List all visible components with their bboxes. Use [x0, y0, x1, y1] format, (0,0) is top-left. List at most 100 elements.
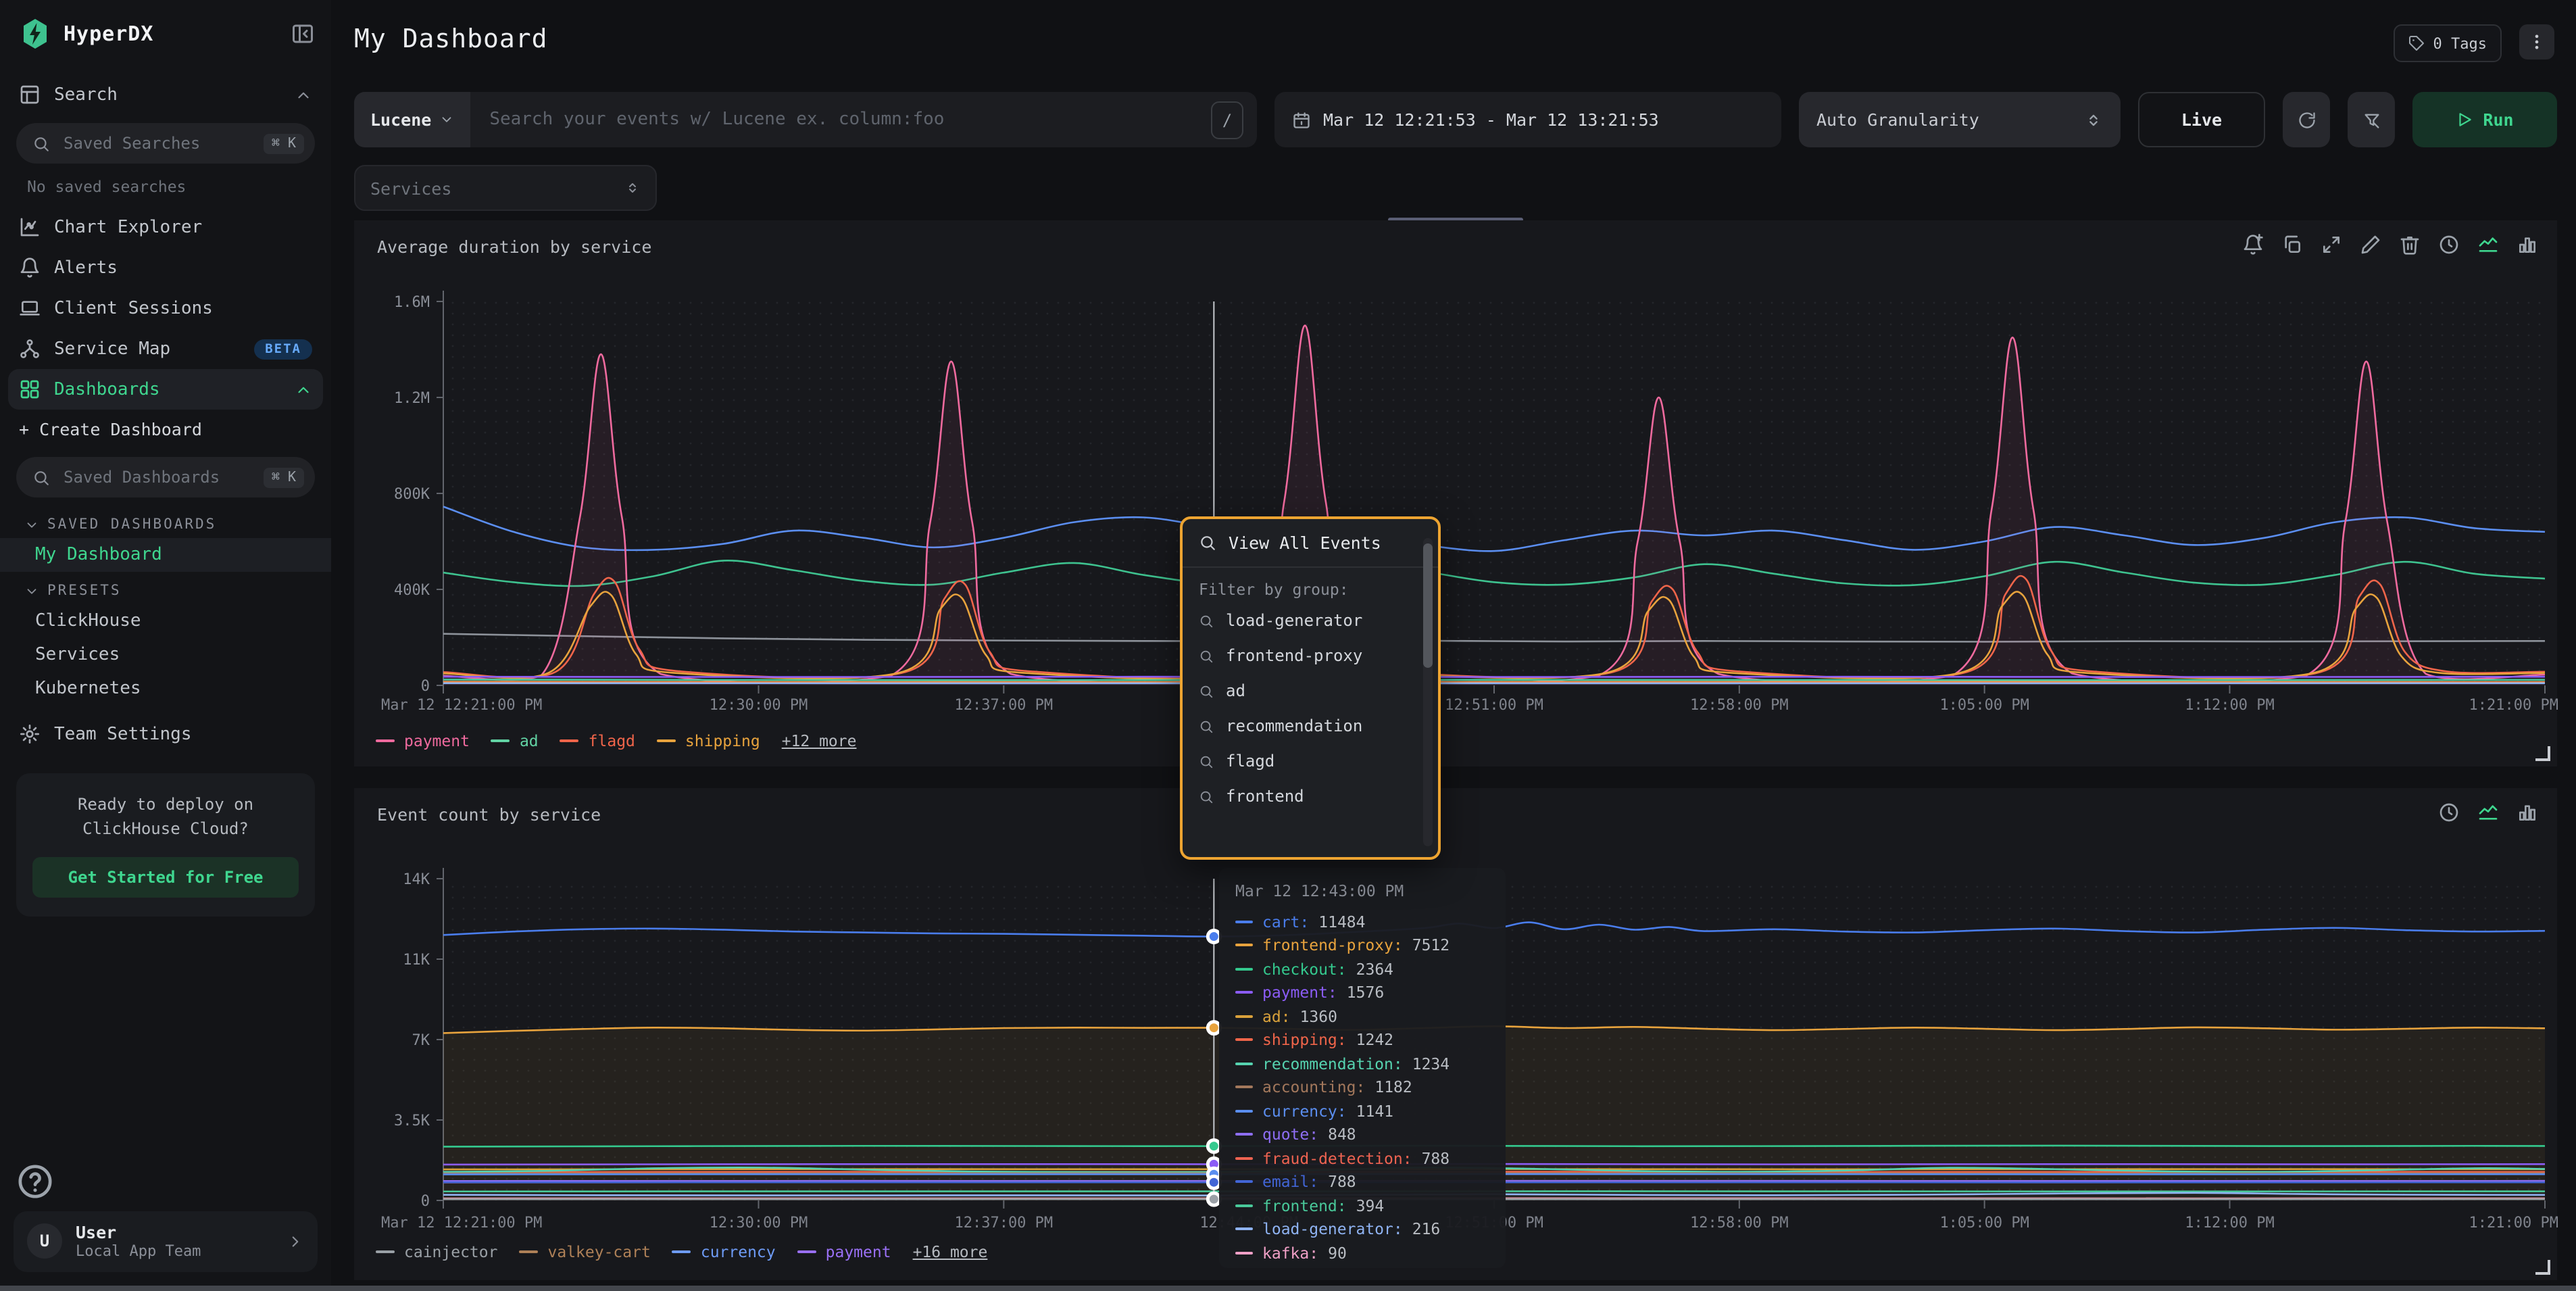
legend-label: flagd: [589, 731, 635, 750]
chart-legend: payment ad flagd shipping +12 more: [376, 731, 856, 750]
legend-item-payment[interactable]: payment: [797, 1242, 891, 1261]
dashboard-menu-button[interactable]: [2519, 24, 2554, 59]
panel-resize-handle[interactable]: [2535, 746, 2550, 761]
chart-canvas-avg-duration[interactable]: 0400K800K1.2M1.6MMar 12 12:21:00 PM12:30…: [376, 280, 2552, 715]
legend-swatch: [672, 1250, 691, 1253]
filter-group-item-frontend[interactable]: frontend: [1183, 779, 1438, 814]
legend-item-valkey-cart[interactable]: valkey-cart: [520, 1242, 651, 1261]
popup-scrollbar-thumb[interactable]: [1423, 543, 1433, 668]
legend-label: currency: [701, 1242, 776, 1261]
legend-item-ad[interactable]: ad: [491, 731, 539, 750]
sidebar-item-kubernetes[interactable]: Kubernetes: [0, 672, 331, 706]
svg-text:11K: 11K: [403, 952, 430, 969]
create-dashboard-button[interactable]: + Create Dashboard: [0, 410, 331, 449]
series-swatch: [1235, 1204, 1253, 1207]
series-swatch: [1235, 944, 1253, 947]
sidebar-item-team-settings[interactable]: Team Settings: [0, 714, 331, 754]
sidebar-item-alerts[interactable]: Alerts: [0, 247, 331, 288]
search-icon: [1199, 789, 1214, 804]
legend-item-currency[interactable]: currency: [672, 1242, 776, 1261]
copy-icon[interactable]: [2281, 234, 2303, 255]
kbd-hint: ⌘ K: [264, 467, 304, 487]
chart-context-menu: View All Events Filter by group: load-ge…: [1180, 516, 1441, 860]
legend-item-payment[interactable]: payment: [376, 731, 470, 750]
series-swatch: [1235, 1063, 1253, 1065]
tooltip-row-payment: payment:1576: [1235, 981, 1489, 1004]
series-name: frontend-proxy:: [1262, 936, 1403, 955]
live-button[interactable]: Live: [2138, 92, 2265, 147]
section-presets[interactable]: PRESETS: [0, 572, 331, 604]
series-name: kafka:: [1262, 1244, 1318, 1263]
search-icon: [1199, 613, 1214, 628]
bar-chart-icon[interactable]: [2517, 802, 2538, 823]
network-icon: [19, 338, 41, 360]
collapse-sidebar-icon[interactable]: [291, 22, 315, 46]
saved-dashboards-input[interactable]: [61, 466, 253, 488]
horizontal-scrollbar[interactable]: [0, 1286, 2576, 1291]
svg-text:Mar 12 12:21:00 PM: Mar 12 12:21:00 PM: [381, 1215, 542, 1232]
sidebar-item-search[interactable]: Search: [0, 74, 331, 115]
svg-text:1:21:00 PM: 1:21:00 PM: [2469, 1215, 2558, 1232]
pencil-icon[interactable]: [2360, 234, 2381, 255]
sidebar-item-dashboards[interactable]: Dashboards: [8, 369, 323, 410]
section-saved-dashboards[interactable]: SAVED DASHBOARDS: [0, 506, 331, 538]
refresh-button[interactable]: [2283, 92, 2330, 147]
svg-text:12:58:00 PM: 12:58:00 PM: [1690, 1215, 1789, 1232]
saved-dashboards-input-wrap: ⌘ K: [16, 457, 315, 497]
sidebar-item-chart-explorer[interactable]: Chart Explorer: [0, 207, 331, 247]
series-swatch: [1235, 1086, 1253, 1089]
user-menu[interactable]: U User Local App Team: [14, 1211, 318, 1272]
legend-item-flagd[interactable]: flagd: [560, 731, 635, 750]
tooltip-row-ad: ad:1360: [1235, 1004, 1489, 1028]
search-icon: [32, 135, 50, 152]
search-icon: [32, 468, 50, 486]
sidebar-item-label: Chart Explorer: [54, 217, 312, 237]
svg-text:12:30:00 PM: 12:30:00 PM: [710, 1215, 808, 1232]
clock-icon[interactable]: [2438, 802, 2460, 823]
legend-swatch: [491, 739, 510, 742]
legend-more-link[interactable]: +16 more: [913, 1242, 988, 1261]
trash-icon[interactable]: [2399, 234, 2421, 255]
legend-item-shipping[interactable]: shipping: [657, 731, 760, 750]
sidebar-item-services[interactable]: Services: [0, 638, 331, 672]
legend-more-link[interactable]: +12 more: [782, 731, 857, 750]
sidebar-item-client-sessions[interactable]: Client Sessions: [0, 288, 331, 328]
beta-badge: BETA: [254, 339, 312, 359]
bar-chart-icon[interactable]: [2517, 234, 2538, 255]
chevron-down-icon: [439, 112, 454, 127]
panel-resize-handle[interactable]: [2535, 1260, 2550, 1275]
sidebar-item-clickhouse[interactable]: ClickHouse: [0, 604, 331, 638]
series-value: 848: [1328, 1125, 1356, 1144]
filter-group-item-flagd[interactable]: flagd: [1183, 744, 1438, 779]
line-chart-icon[interactable]: [2477, 802, 2499, 823]
filter-group-item-load-generator[interactable]: load-generator: [1183, 603, 1438, 638]
bell-plus-icon[interactable]: [2242, 234, 2264, 255]
legend-swatch: [657, 739, 676, 742]
help-icon[interactable]: [16, 1162, 54, 1200]
filter-button[interactable]: [2348, 92, 2395, 147]
filter-group-item-recommendation[interactable]: recommendation: [1183, 708, 1438, 744]
maximize-icon[interactable]: [2321, 234, 2342, 255]
time-range-picker[interactable]: Mar 12 12:21:53 - Mar 12 13:21:53: [1274, 92, 1781, 147]
legend-item-cainjector[interactable]: cainjector: [376, 1242, 498, 1261]
legend-label: cainjector: [404, 1242, 498, 1261]
sidebar-item-my-dashboard[interactable]: My Dashboard: [0, 538, 331, 572]
sidebar-item-service-map[interactable]: Service Map BETA: [0, 328, 331, 369]
filter-group-item-ad[interactable]: ad: [1183, 673, 1438, 708]
series-name: accounting:: [1262, 1078, 1365, 1097]
event-search-input[interactable]: [470, 109, 1211, 130]
filter-group-item-frontend-proxy[interactable]: frontend-proxy: [1183, 638, 1438, 673]
popup-scrollbar[interactable]: [1423, 538, 1433, 846]
services-select[interactable]: Services: [354, 165, 657, 211]
get-started-button[interactable]: Get Started for Free: [32, 857, 299, 898]
line-chart-icon[interactable]: [2477, 234, 2499, 255]
view-all-events-item[interactable]: View All Events: [1183, 519, 1438, 568]
saved-searches-input[interactable]: [61, 132, 253, 154]
granularity-select[interactable]: Auto Granularity: [1799, 92, 2121, 147]
laptop-icon: [19, 297, 41, 319]
clock-icon[interactable]: [2438, 234, 2460, 255]
svg-text:12:51:00 PM: 12:51:00 PM: [1445, 697, 1543, 714]
run-button[interactable]: Run: [2412, 92, 2557, 147]
tags-button[interactable]: 0 Tags: [2394, 24, 2502, 62]
query-language-select[interactable]: Lucene: [354, 92, 470, 147]
